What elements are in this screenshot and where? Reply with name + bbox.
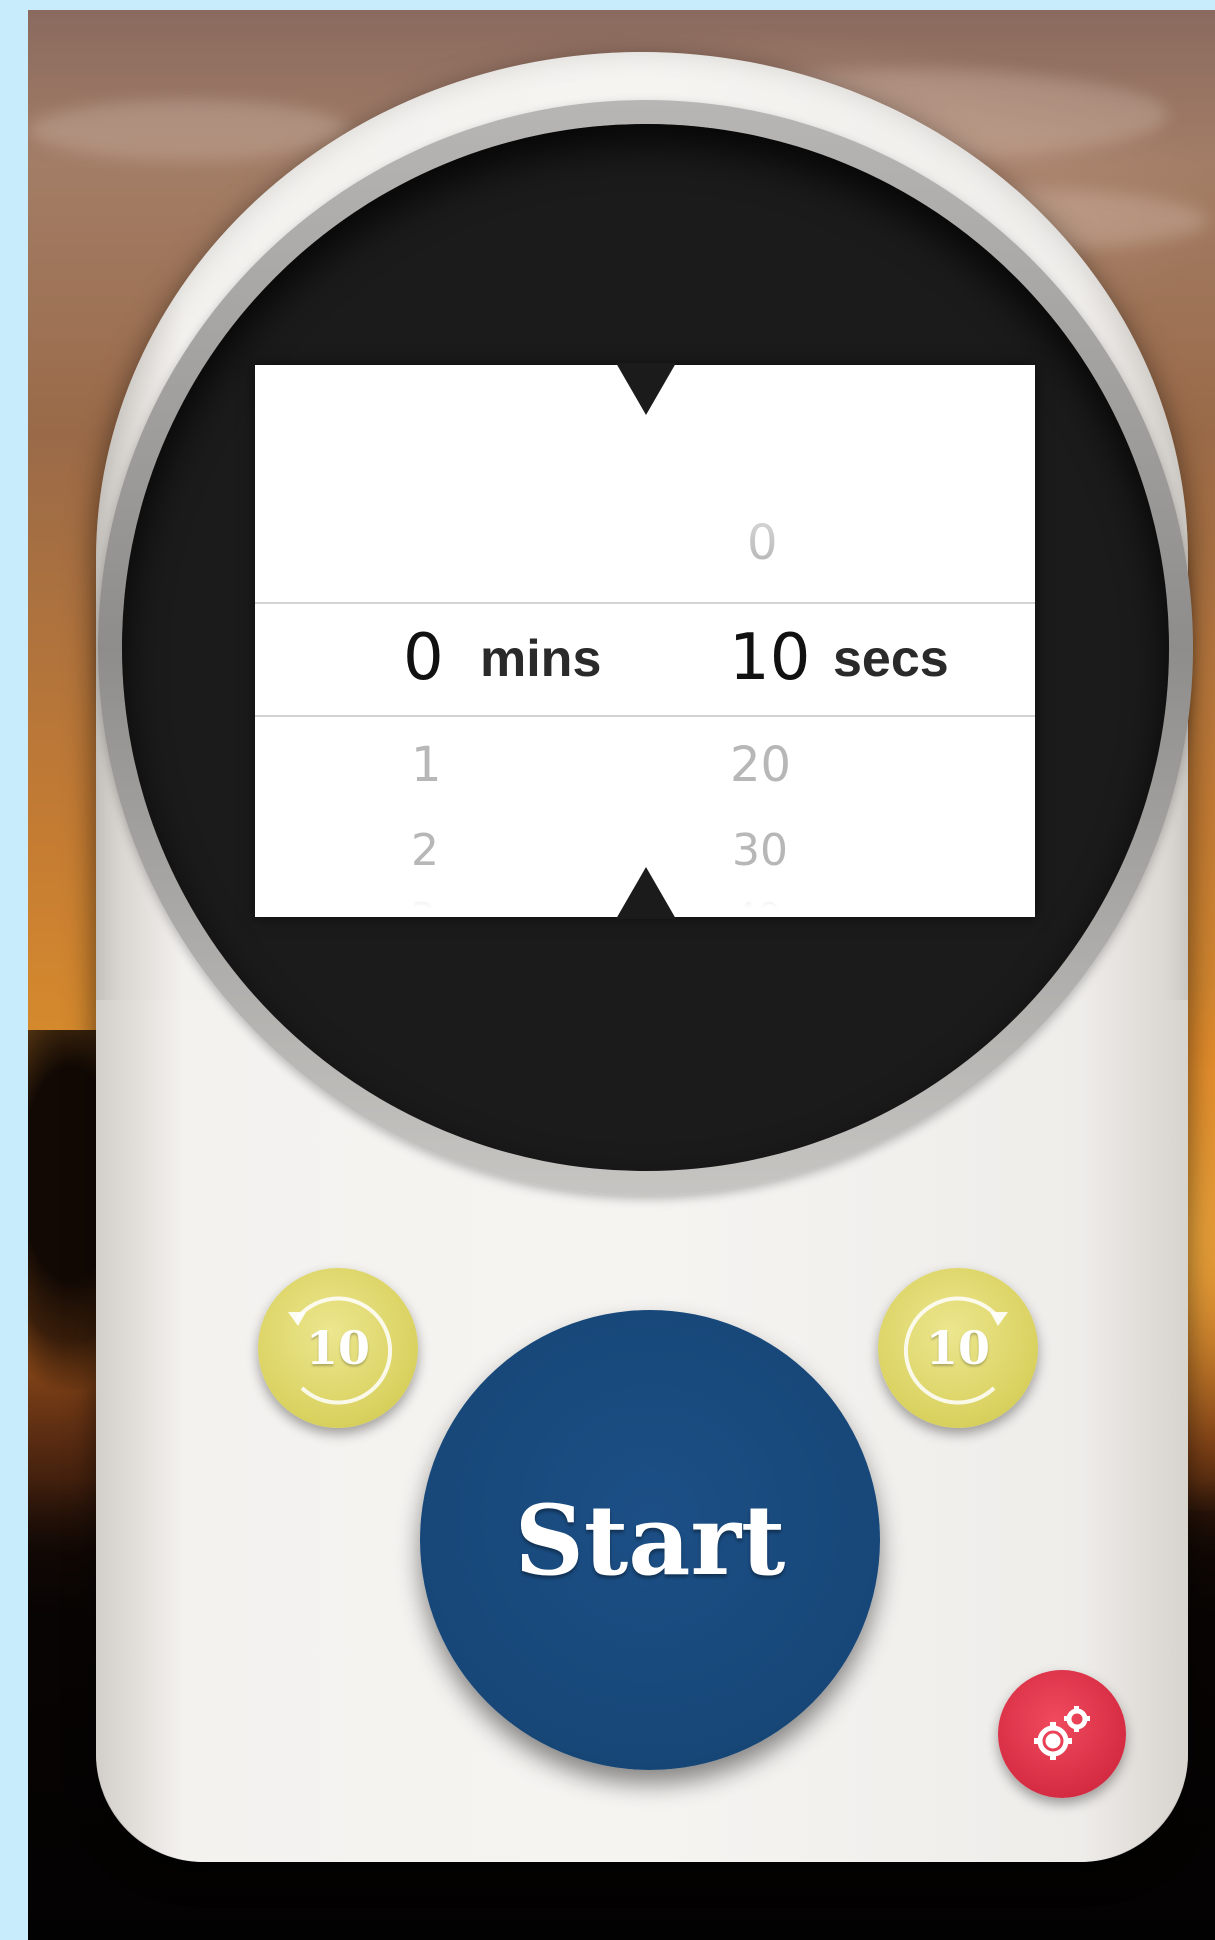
forward-10-button[interactable]: 10	[878, 1268, 1038, 1428]
forward-10-label: 10	[925, 1321, 990, 1375]
minutes-option[interactable]: 2	[411, 825, 439, 876]
minutes-unit-label: mins	[480, 630, 602, 688]
time-picker[interactable]: 0 mins 1 2 3 0 10 secs 20 30 40	[255, 365, 1035, 917]
selection-line-top	[255, 602, 1035, 604]
settings-button[interactable]	[998, 1670, 1126, 1798]
minutes-selected-value[interactable]: 0	[403, 621, 444, 695]
start-button[interactable]: Start	[420, 1310, 880, 1770]
rewind-10-label: 10	[305, 1321, 370, 1375]
seconds-option[interactable]: 30	[732, 825, 788, 876]
seconds-option[interactable]: 20	[730, 737, 791, 793]
pointer-bottom-notch	[616, 867, 676, 919]
selection-line-bottom	[255, 715, 1035, 717]
pointer-top-notch	[616, 363, 676, 415]
gears-icon	[1034, 1706, 1090, 1760]
seconds-selected-value[interactable]: 10	[729, 621, 810, 695]
rewind-10-button[interactable]: 10	[258, 1268, 418, 1428]
seconds-unit-label: secs	[833, 630, 949, 688]
minutes-option[interactable]: 1	[411, 737, 442, 793]
start-label: Start	[514, 1483, 786, 1597]
